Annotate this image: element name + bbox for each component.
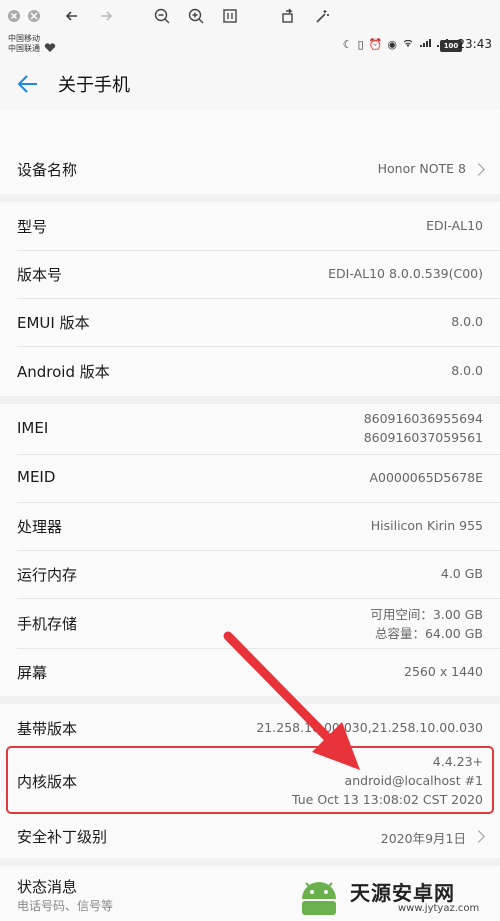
- carrier-1: 中国移动: [8, 34, 40, 43]
- heart-rate-icon: [44, 38, 56, 57]
- storage-label: 手机存储: [17, 615, 78, 633]
- storage-available: 可用空间：3.00 GB: [370, 607, 483, 622]
- meid-value: A0000065D5678E: [369, 470, 483, 485]
- imei-label: IMEI: [17, 419, 49, 437]
- build-label: 版本号: [17, 266, 63, 284]
- android-value: 8.0.0: [451, 363, 483, 378]
- card-top-edge: [0, 110, 500, 144]
- row-ram: 运行内存 4.0 GB: [0, 550, 500, 598]
- watermark-url: www.jytyaz.com: [398, 903, 480, 914]
- imei-value-1: 860916036955694: [363, 411, 483, 426]
- card-versions: 型号 EDI-AL10 版本号 EDI-AL10 8.0.0.539(C00) …: [0, 202, 500, 396]
- device-name-label: 设备名称: [17, 161, 78, 179]
- imei-value-2: 860916037059561: [363, 430, 483, 445]
- eye-icon: ◉: [387, 38, 397, 51]
- carrier-2: 中国联通: [8, 44, 40, 53]
- build-value: EDI-AL10 8.0.0.539(C00): [328, 266, 483, 281]
- status-icons: ☾ ▯ ⏰ ◉: [343, 38, 448, 51]
- alarm-icon: ⏰: [368, 38, 383, 51]
- chevron-right-icon: [472, 163, 485, 176]
- row-baseband: 基带版本 21.258.10.00.030,21.258.10.00.030: [0, 704, 500, 750]
- baseband-value: 21.258.10.00.030,21.258.10.00.030: [256, 720, 483, 735]
- baseband-label: 基带版本: [17, 720, 78, 738]
- zoom-out-icon[interactable]: [152, 6, 172, 26]
- clock: 23:43: [457, 37, 492, 51]
- app-header: 关于手机: [0, 58, 500, 110]
- row-build-number[interactable]: 版本号 EDI-AL10 8.0.0.539(C00): [0, 250, 500, 298]
- status-info-subtitle: 电话号码、信号等: [17, 899, 114, 913]
- rotate-icon[interactable]: [278, 6, 298, 26]
- kernel-highlight-box: [6, 746, 494, 814]
- moon-icon: ☾: [342, 38, 353, 51]
- chevron-right-icon: [472, 830, 485, 843]
- row-device-name[interactable]: 设备名称 Honor NOTE 8: [0, 144, 500, 194]
- meid-label: MEID: [17, 468, 56, 486]
- storage-total: 总容量：64.00 GB: [374, 626, 483, 641]
- security-patch-label: 安全补丁级别: [17, 828, 108, 846]
- row-meid: MEID A0000065D5678E: [0, 454, 500, 502]
- magic-wand-icon[interactable]: [312, 6, 332, 26]
- forward-arrow-icon[interactable]: [96, 6, 116, 26]
- signal-1-icon: [419, 38, 431, 51]
- watermark: 天源安卓网 www.jytyaz.com: [290, 875, 490, 919]
- ram-label: 运行内存: [17, 566, 78, 584]
- vibrate-icon: ▯: [357, 38, 364, 51]
- emui-value: 8.0.0: [451, 314, 483, 329]
- cancel-circle-icon[interactable]: [24, 6, 44, 26]
- status-bar: 中国移动 中国联通 ☾ ▯ ⏰ ◉ 100 23:43: [0, 32, 500, 58]
- row-processor: 处理器 Hisilicon Kirin 955: [0, 502, 500, 550]
- model-value: EDI-AL10: [426, 218, 483, 233]
- screen-value: 2560 x 1440: [404, 664, 483, 679]
- row-security-patch[interactable]: 安全补丁级别 2020年9月1日: [0, 814, 500, 858]
- ram-value: 4.0 GB: [440, 566, 483, 581]
- row-emui-version: EMUI 版本 8.0.0: [0, 298, 500, 346]
- processor-label: 处理器: [17, 518, 63, 536]
- screen-label: 屏幕: [17, 664, 48, 682]
- status-info-label: 状态消息: [17, 878, 78, 896]
- back-arrow-icon[interactable]: [62, 6, 82, 26]
- row-imei: IMEI 860916036955694 860916037059561: [0, 404, 500, 454]
- model-label: 型号: [17, 218, 48, 236]
- carrier-info: 中国移动 中国联通: [8, 34, 40, 54]
- wifi-icon: [402, 38, 414, 51]
- fit-screen-icon[interactable]: [220, 6, 240, 26]
- android-label: Android 版本: [17, 363, 110, 381]
- card-hardware: IMEI 860916036955694 860916037059561 MEI…: [0, 404, 500, 696]
- watermark-name: 天源安卓网: [350, 881, 455, 905]
- close-circle-icon[interactable]: [4, 6, 24, 26]
- row-android-version: Android 版本 8.0.0: [0, 346, 500, 396]
- emui-label: EMUI 版本: [17, 314, 90, 332]
- card-device: 设备名称 Honor NOTE 8: [0, 144, 500, 194]
- viewer-toolbar: [0, 0, 500, 32]
- zoom-in-icon[interactable]: [186, 6, 206, 26]
- row-model: 型号 EDI-AL10: [0, 202, 500, 250]
- android-robot-logo: [302, 882, 336, 915]
- processor-value: Hisilicon Kirin 955: [370, 518, 483, 533]
- row-screen: 屏幕 2560 x 1440: [0, 648, 500, 696]
- device-name-value: Honor NOTE 8: [377, 161, 466, 176]
- page-title: 关于手机: [58, 75, 130, 96]
- row-storage: 手机存储 可用空间：3.00 GB 总容量：64.00 GB: [0, 598, 500, 648]
- security-patch-value: 2020年9月1日: [380, 831, 466, 846]
- back-button[interactable]: [14, 70, 42, 98]
